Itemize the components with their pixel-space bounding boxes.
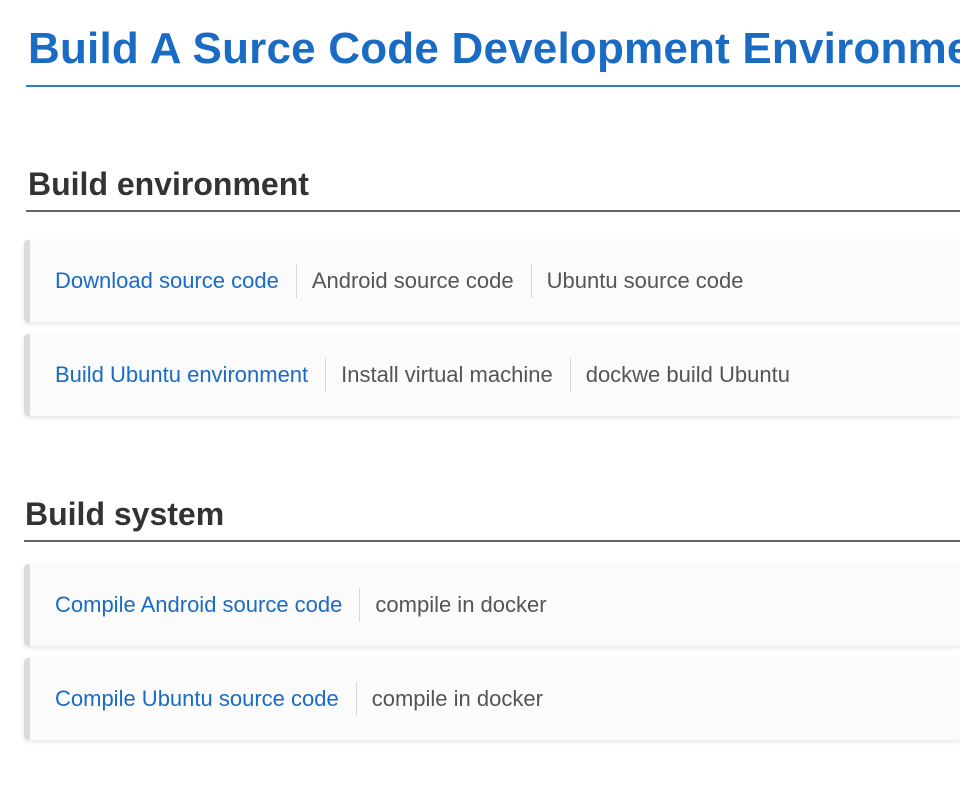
- separator: [359, 588, 361, 622]
- card-compile-android-source-code: Compile Android source code compile in d…: [24, 564, 960, 646]
- section-heading-build-environment: Build environment: [28, 166, 309, 202]
- download-source-code-link[interactable]: Download source code: [55, 268, 279, 294]
- compile-android-source-code-link[interactable]: Compile Android source code: [55, 592, 342, 618]
- card-build-ubuntu-environment: Build Ubuntu environment Install virtual…: [24, 334, 960, 416]
- page-title: Build A Surce Code Development Environme…: [28, 24, 960, 73]
- compile-ubuntu-source-code-link[interactable]: Compile Ubuntu source code: [55, 686, 339, 712]
- section-divider: [24, 540, 960, 542]
- docker-build-ubuntu-link[interactable]: dockwe build Ubuntu: [586, 362, 790, 388]
- install-virtual-machine-link[interactable]: Install virtual machine: [341, 362, 553, 388]
- separator: [325, 358, 327, 392]
- title-underline: [26, 85, 960, 87]
- card-compile-ubuntu-source-code: Compile Ubuntu source code compile in do…: [24, 658, 960, 740]
- separator: [569, 358, 571, 392]
- build-ubuntu-environment-link[interactable]: Build Ubuntu environment: [55, 362, 308, 388]
- compile-in-docker-link[interactable]: compile in docker: [372, 686, 543, 712]
- compile-in-docker-link[interactable]: compile in docker: [375, 592, 546, 618]
- section-divider: [26, 210, 960, 212]
- ubuntu-source-code-link[interactable]: Ubuntu source code: [547, 268, 744, 294]
- separator: [530, 264, 532, 298]
- page: Build A Surce Code Development Environme…: [0, 0, 960, 790]
- android-source-code-link[interactable]: Android source code: [312, 268, 514, 294]
- separator: [295, 264, 297, 298]
- section-heading-build-system: Build system: [25, 496, 225, 532]
- card-download-source-code: Download source code Android source code…: [24, 240, 960, 322]
- separator: [355, 682, 357, 716]
